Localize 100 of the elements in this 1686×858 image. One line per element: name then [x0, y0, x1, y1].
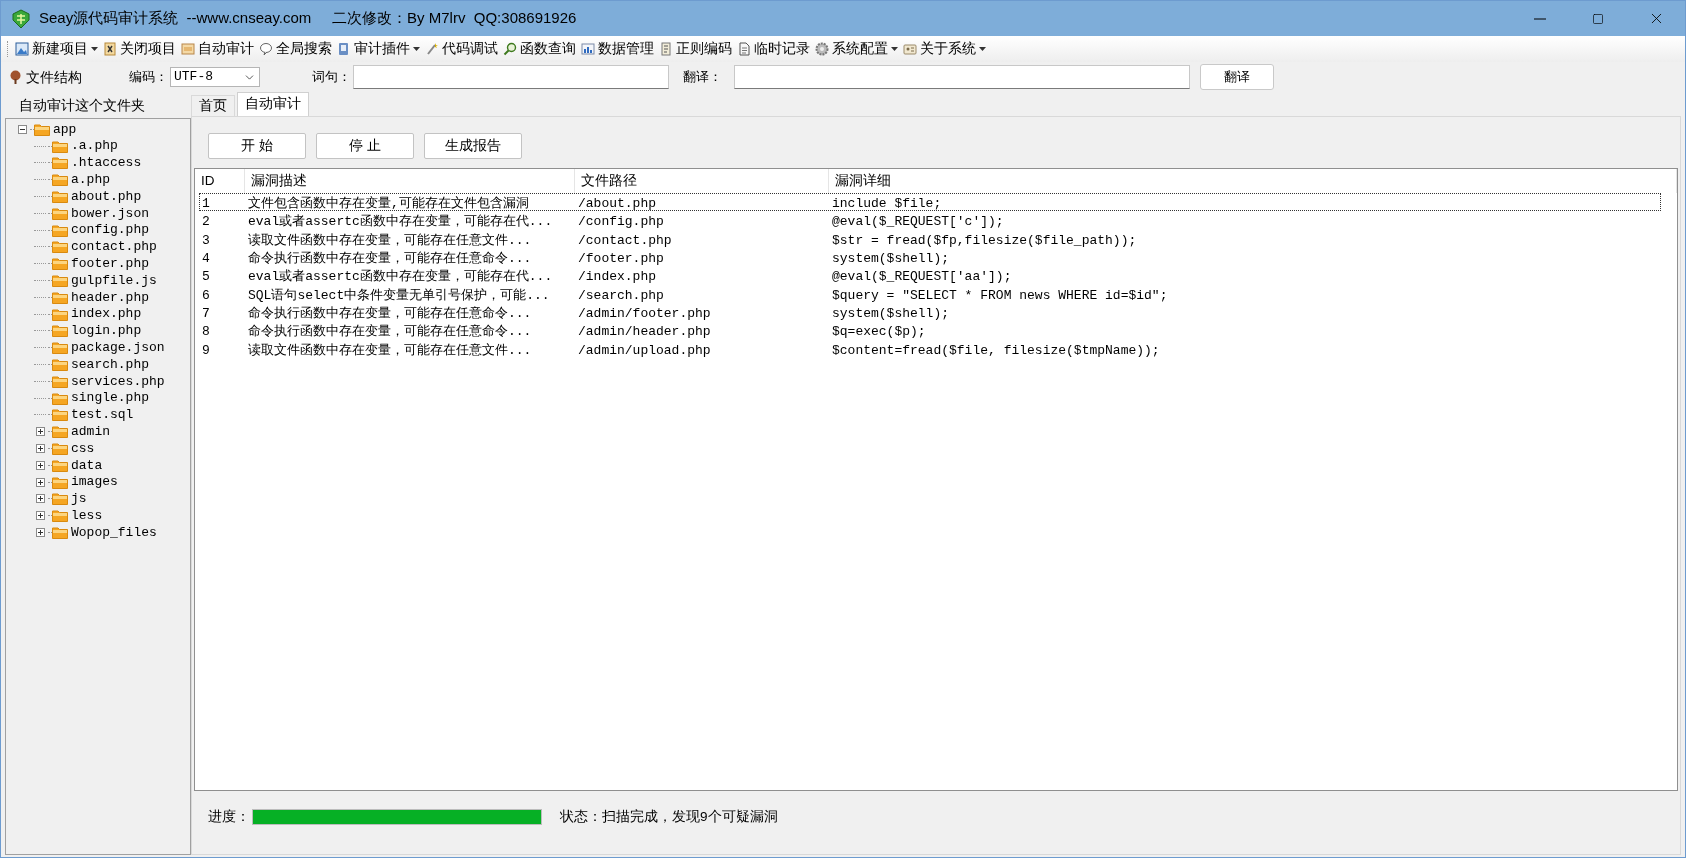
table-row[interactable]: 1 文件包含函数中存在变量,可能存在文件包含漏洞 /about.php include $file; — [199, 193, 1661, 212]
table-cell: $content=fread($file, filesize($tmpName)); — [832, 342, 1160, 358]
toolbar-button[interactable]: 代码调试 — [425, 38, 498, 60]
table-cell: /contact.php — [578, 232, 672, 248]
tree-item[interactable]: test.sql — [71, 405, 134, 425]
tab[interactable]: 首页 — [191, 95, 235, 116]
tab[interactable]: 自动审计 — [237, 92, 309, 116]
panel-title: 文件结构 — [26, 67, 82, 87]
toolbar-button[interactable]: 正则编码 — [659, 38, 732, 60]
tree-item[interactable]: js — [71, 489, 87, 509]
table-cell: system($shell); — [832, 305, 950, 321]
toolbar-button[interactable]: 函数查询 — [503, 38, 576, 60]
note-icon — [737, 42, 751, 56]
maximize-icon — [1592, 12, 1604, 25]
table-cell: 命令执行函数中存在变量，可能存在任意命令... — [248, 324, 532, 340]
folder-icon — [52, 492, 68, 506]
folder-icon — [52, 374, 68, 388]
expand-toggle[interactable] — [35, 494, 45, 504]
table-cell: /search.php — [578, 287, 664, 303]
expand-toggle[interactable] — [35, 528, 45, 537]
table-cell: 读取文件函数中存在变量，可能存在任意文件... — [248, 232, 532, 248]
picture-icon — [15, 42, 29, 56]
phrase-field[interactable] — [353, 65, 669, 89]
table-row[interactable]: 9 读取文件函数中存在变量，可能存在任意文件... /admin/upload.php $content=fread($file, filesize($tmpName)); — [199, 339, 1661, 358]
folder-icon — [52, 408, 68, 422]
encoding-dropdown[interactable]: UTF-8 — [170, 67, 260, 87]
toolbar-button[interactable]: 关于系统 — [903, 38, 986, 60]
toolbar-button[interactable]: 全局搜索 — [259, 38, 332, 60]
translation-field[interactable] — [734, 65, 1190, 89]
translation-label: 翻译： — [683, 68, 722, 87]
panel-tab[interactable]: 自动审计这个文件夹 — [1, 95, 163, 116]
table-cell: SQL语句select中条件变量无单引号保护，可能... — [248, 287, 550, 303]
expand-toggle[interactable] — [35, 477, 45, 487]
table-row[interactable]: 7 命令执行函数中存在变量，可能存在任意命令... /admin/footer.php system($shell); — [199, 302, 1661, 322]
column-header[interactable]: 漏洞详细 — [835, 170, 891, 192]
folder-icon — [52, 290, 68, 304]
search-icon — [503, 42, 517, 56]
column-header[interactable]: ID — [201, 170, 215, 192]
table-cell: /index.php — [578, 269, 656, 285]
table-cell: /footer.php — [578, 251, 664, 267]
toolbar-button[interactable]: 自动审计 — [181, 38, 254, 60]
tree-item[interactable]: login.php — [71, 321, 142, 341]
expand-toggle[interactable] — [35, 427, 45, 437]
table-cell: system($shell); — [832, 251, 950, 267]
wand-icon — [425, 42, 439, 56]
folder-icon — [52, 458, 68, 472]
table-cell: include $file; — [832, 196, 942, 212]
table-row[interactable]: 4 命令执行函数中存在变量，可能存在任意命令... /footer.php system($shell); — [199, 247, 1661, 267]
tree-item[interactable]: contact.php — [71, 237, 157, 257]
speech-bubble-icon — [259, 42, 273, 56]
table-cell: /config.php — [578, 214, 664, 230]
action-button[interactable]: 开 始 — [208, 133, 306, 159]
table-cell: 1 — [202, 196, 210, 212]
action-button[interactable]: 生成报告 — [424, 133, 522, 159]
table-row[interactable]: 5 eval或者assertc函数中存在变量，可能存在代... /index.php @eval($_REQUEST['aa']); — [199, 266, 1661, 285]
window-title: Seay源代码审计系统 --www.cnseay.com 二次修改：By M7lrv QQ:308691926 — [39, 8, 577, 29]
table-cell: /about.php — [578, 196, 656, 212]
table-cell: /admin/upload.php — [578, 342, 711, 358]
toolbar-button[interactable]: 临时记录 — [737, 38, 810, 60]
encoding-label: 编码： — [129, 68, 168, 87]
folder-icon — [52, 475, 68, 489]
expand-toggle[interactable] — [35, 511, 45, 521]
folder-icon — [52, 307, 68, 321]
folder-icon — [52, 442, 68, 456]
document-icon — [181, 42, 195, 56]
folder-icon — [52, 324, 68, 338]
toolbar-button[interactable]: 系统配置 — [815, 38, 898, 60]
table-cell: $query = "SELECT * FROM news WHERE id=$id"; — [832, 287, 1168, 303]
column-header[interactable]: 文件路径 — [581, 170, 637, 192]
table-row[interactable]: 8 命令执行函数中存在变量，可能存在任意命令... /admin/header.php $q=exec($p); — [199, 321, 1661, 340]
close-icon — [103, 42, 117, 56]
table-cell: 2 — [202, 214, 210, 230]
table-cell: eval或者assertc函数中存在变量，可能存在代... — [248, 214, 553, 230]
folder-icon — [52, 206, 68, 220]
folder-icon — [52, 139, 68, 153]
settings-icon — [815, 42, 829, 56]
folder-icon — [52, 173, 68, 187]
table-cell: 3 — [202, 232, 210, 248]
table-row[interactable]: 2 eval或者assertc函数中存在变量，可能存在代... /config.php @eval($_REQUEST['c']); — [199, 211, 1661, 230]
expand-toggle[interactable] — [35, 460, 45, 470]
toolbar-button[interactable]: 新建项目 — [15, 38, 98, 60]
toolbar-button[interactable]: 关闭项目 — [103, 38, 176, 60]
toolbar-button[interactable]: 数据管理 — [581, 38, 654, 60]
toolbar-button[interactable]: 审计插件 — [337, 38, 420, 60]
table-row[interactable]: 6 SQL语句select中条件变量无单引号保护，可能... /search.php $query = "SELECT * FROM news WHERE id=$id"; — [199, 284, 1661, 303]
tree-item[interactable]: .htaccess — [71, 153, 142, 173]
folder-icon — [52, 526, 68, 539]
table-row[interactable]: 3 读取文件函数中存在变量，可能存在任意文件... /contact.php $str = fread($fp,filesize($file_path)); — [199, 229, 1661, 248]
collapse-toggle[interactable] — [17, 124, 27, 134]
expand-toggle[interactable] — [35, 444, 45, 454]
folder-icon — [52, 391, 68, 405]
table-cell: 6 — [202, 287, 210, 303]
translate-button[interactable]: 翻译 — [1200, 64, 1274, 90]
folder-icon — [52, 425, 68, 439]
action-button[interactable]: 停 止 — [316, 133, 414, 159]
column-header[interactable]: 漏洞描述 — [251, 170, 307, 192]
table-cell: @eval($_REQUEST['c']); — [832, 214, 1004, 230]
folder-icon — [52, 358, 68, 372]
table-cell: eval或者assertc函数中存在变量，可能存在代... — [248, 269, 553, 285]
plugin-icon — [337, 42, 351, 56]
